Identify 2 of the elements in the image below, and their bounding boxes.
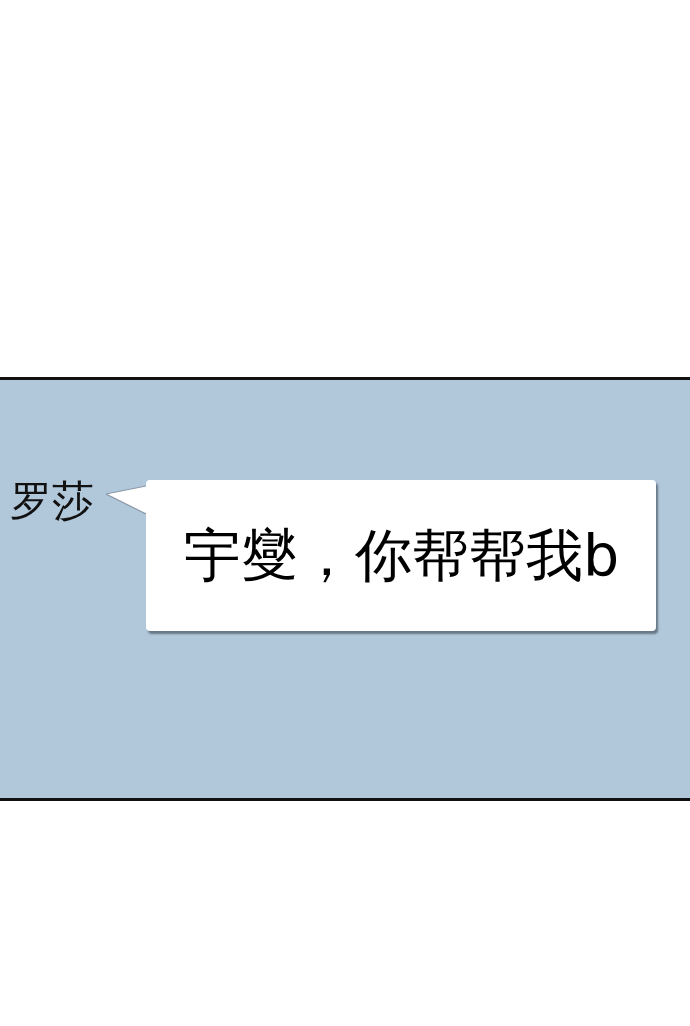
speaker-name: 罗莎 [10,480,94,522]
message-text: 宇燮，你帮帮我b [184,521,620,590]
